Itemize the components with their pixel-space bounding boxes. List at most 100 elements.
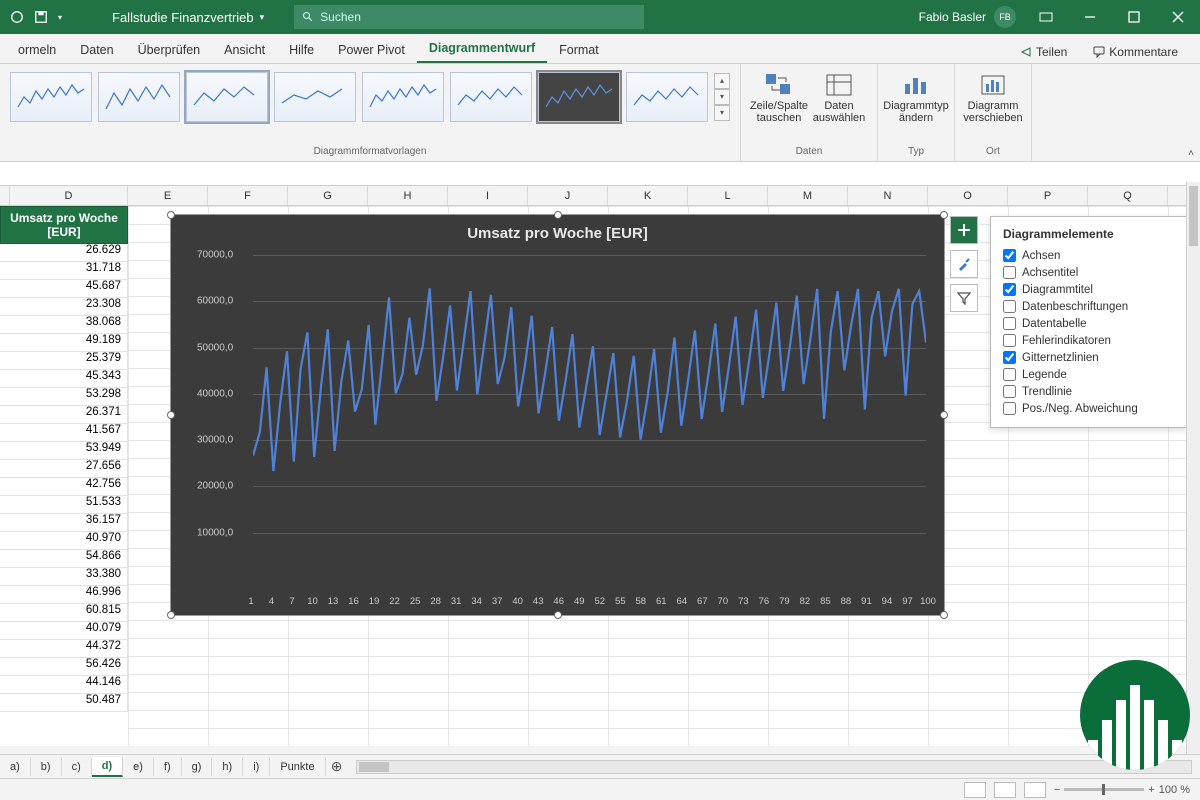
chart-style-6[interactable] (450, 72, 532, 122)
data-cell[interactable]: 44.146 (0, 676, 128, 694)
add-sheet-icon[interactable]: ⊕ (326, 758, 348, 775)
checkbox[interactable] (1003, 385, 1016, 398)
sheet-tab[interactable]: e) (123, 758, 154, 776)
data-cell[interactable]: 26.629 (0, 244, 128, 262)
collapse-ribbon-icon[interactable]: ˄ (1188, 148, 1194, 159)
tab-daten[interactable]: Daten (68, 37, 125, 63)
chart-style-8[interactable] (626, 72, 708, 122)
tab-hilfe[interactable]: Hilfe (277, 37, 326, 63)
sheet-tab[interactable]: g) (182, 758, 213, 776)
data-cell[interactable]: 53.949 (0, 442, 128, 460)
checkbox[interactable] (1003, 300, 1016, 313)
chart-style-3[interactable] (186, 72, 268, 122)
resize-handle[interactable] (167, 411, 175, 419)
data-cell[interactable]: 45.687 (0, 280, 128, 298)
data-cell[interactable]: 23.308 (0, 298, 128, 316)
sheet-tab[interactable]: a) (0, 758, 31, 776)
save-icon[interactable] (34, 10, 48, 24)
data-cell[interactable]: 53.298 (0, 388, 128, 406)
data-cell[interactable]: 40.970 (0, 532, 128, 550)
page-break-view-icon[interactable] (1024, 782, 1046, 798)
chart-element-option[interactable]: Datenbeschriftungen (1003, 298, 1175, 315)
data-cell[interactable]: 45.343 (0, 370, 128, 388)
data-cell[interactable]: 26.371 (0, 406, 128, 424)
chart-element-option[interactable]: Fehlerindikatoren (1003, 332, 1175, 349)
data-cell[interactable]: 49.189 (0, 334, 128, 352)
resize-handle[interactable] (940, 211, 948, 219)
chart-element-option[interactable]: Diagrammtitel (1003, 281, 1175, 298)
data-cell[interactable]: 36.157 (0, 514, 128, 532)
zoom-slider[interactable] (1064, 788, 1144, 791)
col-header[interactable]: P (1008, 186, 1088, 205)
formula-bar[interactable] (0, 162, 1200, 186)
checkbox[interactable] (1003, 317, 1016, 330)
document-title[interactable]: Fallstudie Finanzvertrieb▾ (112, 10, 264, 25)
chart-element-option[interactable]: Achsen (1003, 247, 1175, 264)
chart-styles-button[interactable] (950, 250, 978, 278)
data-cell[interactable]: 54.866 (0, 550, 128, 568)
zoom-out-icon[interactable]: − (1054, 784, 1060, 796)
chart-style-4[interactable] (274, 72, 356, 122)
data-cell[interactable]: 50.487 (0, 694, 128, 712)
data-cell[interactable]: 33.380 (0, 568, 128, 586)
data-cell[interactable]: 40.079 (0, 622, 128, 640)
chart-style-5[interactable] (362, 72, 444, 122)
checkbox[interactable] (1003, 266, 1016, 279)
resize-handle[interactable] (167, 211, 175, 219)
zoom-in-icon[interactable]: + (1148, 784, 1154, 796)
checkbox[interactable] (1003, 283, 1016, 296)
col-header[interactable]: K (608, 186, 688, 205)
page-layout-view-icon[interactable] (994, 782, 1016, 798)
data-cell[interactable]: 41.567 (0, 424, 128, 442)
data-cell[interactable]: 60.815 (0, 604, 128, 622)
col-header[interactable]: M (768, 186, 848, 205)
sheet-tab[interactable]: b) (31, 758, 62, 776)
col-header[interactable]: N (848, 186, 928, 205)
change-chart-type-button[interactable]: Diagrammtyp ändern (886, 68, 946, 128)
chart-style-7[interactable] (538, 72, 620, 122)
chart-element-option[interactable]: Legende (1003, 366, 1175, 383)
switch-row-col-button[interactable]: Zeile/Spalte tauschen (749, 68, 809, 128)
data-cell[interactable]: 46.996 (0, 586, 128, 604)
styles-more-icon[interactable]: ▾ (714, 105, 730, 121)
move-chart-button[interactable]: Diagramm verschieben (963, 68, 1023, 128)
data-cell[interactable]: 27.656 (0, 460, 128, 478)
chart-element-option[interactable]: Trendlinie (1003, 383, 1175, 400)
col-header[interactable]: E (128, 186, 208, 205)
data-cell[interactable]: 31.718 (0, 262, 128, 280)
styles-up-icon[interactable]: ▴ (714, 73, 730, 89)
data-header-cell[interactable]: Umsatz pro Woche [EUR] (0, 206, 128, 244)
horizontal-scrollbar[interactable] (356, 760, 1192, 774)
col-header[interactable]: O (928, 186, 1008, 205)
ribbon-display-icon[interactable] (1024, 0, 1068, 34)
sheet-tab[interactable]: Punkte (270, 758, 325, 776)
share-button[interactable]: Teilen (1012, 41, 1075, 63)
comments-button[interactable]: Kommentare (1085, 41, 1186, 63)
tab-power pivot[interactable]: Power Pivot (326, 37, 417, 63)
select-data-button[interactable]: Daten auswählen (809, 68, 869, 128)
col-header[interactable]: J (528, 186, 608, 205)
tab-diagrammentwurf[interactable]: Diagrammentwurf (417, 35, 547, 63)
chart-elements-button[interactable] (950, 216, 978, 244)
chart-element-option[interactable]: Pos./Neg. Abweichung (1003, 400, 1175, 417)
close-icon[interactable] (1156, 0, 1200, 34)
chart-title[interactable]: Umsatz pro Woche [EUR] (171, 215, 944, 244)
resize-handle[interactable] (167, 611, 175, 619)
data-cell[interactable]: 42.756 (0, 478, 128, 496)
col-header[interactable]: H (368, 186, 448, 205)
resize-handle[interactable] (940, 411, 948, 419)
chart-filter-button[interactable] (950, 284, 978, 312)
data-cell[interactable]: 25.379 (0, 352, 128, 370)
col-header[interactable]: I (448, 186, 528, 205)
minimize-icon[interactable] (1068, 0, 1112, 34)
sheet-tab[interactable]: h) (212, 758, 243, 776)
chart-element-option[interactable]: Achsentitel (1003, 264, 1175, 281)
chart-style-1[interactable] (10, 72, 92, 122)
tab-ansicht[interactable]: Ansicht (212, 37, 277, 63)
search-input[interactable]: Suchen (294, 5, 644, 29)
col-header[interactable]: G (288, 186, 368, 205)
col-header[interactable]: L (688, 186, 768, 205)
sheet-tab[interactable]: c) (62, 758, 92, 776)
data-cell[interactable]: 51.533 (0, 496, 128, 514)
checkbox[interactable] (1003, 351, 1016, 364)
